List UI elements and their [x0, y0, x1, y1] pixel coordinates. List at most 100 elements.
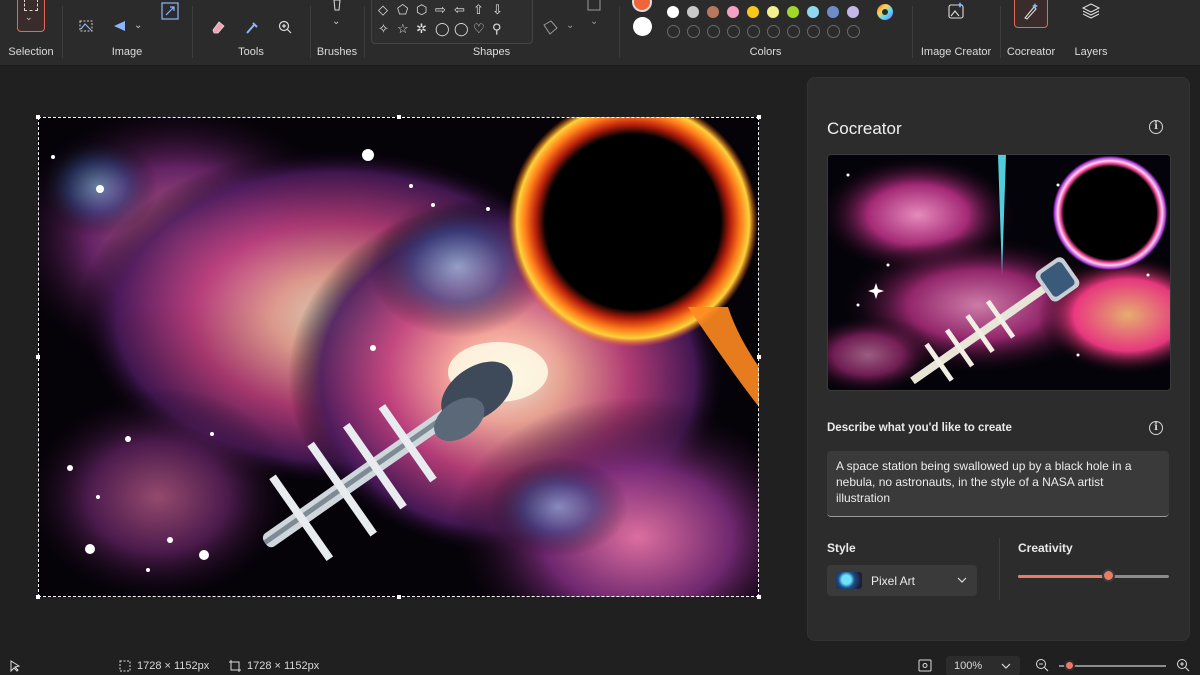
- shape-option[interactable]: ◯: [454, 22, 469, 36]
- color-wheel-icon[interactable]: [875, 2, 895, 22]
- image-creator-label: Image Creator: [920, 46, 992, 58]
- layers-icon[interactable]: [1081, 1, 1101, 21]
- shapes-label: Shapes: [472, 46, 511, 58]
- image-creator-icon[interactable]: [946, 1, 966, 21]
- custom-color-slot[interactable]: [767, 25, 780, 38]
- resize-handle[interactable]: [36, 595, 40, 599]
- info-icon[interactable]: i: [1149, 421, 1163, 435]
- chevron-down-icon: [957, 577, 967, 583]
- creativity-slider-fill: [1018, 575, 1109, 578]
- layers-group: Layers: [1062, 0, 1120, 65]
- color-swatch[interactable]: [847, 6, 859, 18]
- color-swatch[interactable]: [707, 6, 719, 18]
- custom-color-slot[interactable]: [667, 25, 680, 38]
- custom-color-slot[interactable]: [787, 25, 800, 38]
- chevron-down-icon[interactable]: ⌄: [25, 12, 33, 23]
- shape-option[interactable]: ◇: [378, 3, 388, 17]
- chevron-down-icon[interactable]: ⌄: [590, 16, 598, 27]
- selection-rectangle-icon: [24, 0, 38, 11]
- creativity-slider-thumb[interactable]: [1101, 569, 1115, 582]
- shape-option[interactable]: ☆: [397, 22, 409, 36]
- shape-option[interactable]: ⇩: [492, 3, 503, 17]
- zoom-slider-thumb[interactable]: [1063, 660, 1075, 671]
- toolbar: ⌄ Selection ⌄ Image Tools ⌄ Brushes Shap…: [0, 0, 1200, 66]
- shape-option[interactable]: ✧: [378, 22, 389, 36]
- custom-color-slot[interactable]: [847, 25, 860, 38]
- style-dropdown[interactable]: Pixel Art: [827, 565, 977, 596]
- shapes-gallery: ◇ ⬠ ⬡ ⇨ ⇦ ⇧ ⇩ ✧ ☆ ✲ ◯ ◯ ♡ ⚲: [371, 0, 533, 44]
- custom-color-slot[interactable]: [747, 25, 760, 38]
- secondary-color-swatch[interactable]: [633, 17, 652, 36]
- generated-image-preview[interactable]: [827, 154, 1171, 391]
- style-label: Style: [827, 541, 856, 555]
- shape-option[interactable]: ♡: [473, 22, 485, 36]
- custom-color-slot[interactable]: [827, 25, 840, 38]
- shape-option[interactable]: ⬡: [416, 3, 427, 17]
- custom-color-slot[interactable]: [727, 25, 740, 38]
- resize-handle[interactable]: [397, 115, 401, 119]
- custom-color-slot[interactable]: [807, 25, 820, 38]
- color-swatch[interactable]: [827, 6, 839, 18]
- colors-group: Colors: [619, 0, 912, 65]
- outline-icon[interactable]: [585, 0, 603, 14]
- zoom-value: 100%: [954, 660, 983, 672]
- color-swatch[interactable]: [807, 6, 819, 18]
- color-swatch[interactable]: [747, 6, 759, 18]
- resize-handle[interactable]: [757, 115, 761, 119]
- zoom-out-icon[interactable]: [1035, 658, 1049, 672]
- resize-handle[interactable]: [757, 595, 761, 599]
- eraser-icon[interactable]: [210, 19, 226, 35]
- resize-handle[interactable]: [36, 355, 40, 359]
- color-swatch[interactable]: [667, 6, 679, 18]
- selection-label: Selection: [8, 46, 54, 58]
- chevron-down-icon[interactable]: ⌄: [566, 20, 574, 31]
- chevron-down-icon[interactable]: ⌄: [332, 16, 340, 27]
- custom-color-slot[interactable]: [687, 25, 700, 38]
- zoom-slider[interactable]: [1059, 660, 1166, 671]
- selection-group: ⌄ Selection: [0, 0, 62, 65]
- panel-title: Cocreator: [827, 119, 902, 138]
- generated-image: [828, 155, 1170, 390]
- magnifier-icon[interactable]: [277, 19, 293, 35]
- custom-color-slot[interactable]: [707, 25, 720, 38]
- flip-icon[interactable]: [112, 18, 128, 34]
- selection-tool-button[interactable]: ⌄: [17, 0, 45, 32]
- shape-option[interactable]: ⬠: [397, 3, 408, 17]
- image-size-icon: [229, 660, 241, 672]
- resize-handle[interactable]: [397, 595, 401, 599]
- canvas-image[interactable]: [38, 117, 759, 597]
- tools-group: Tools: [192, 0, 310, 65]
- color-swatch[interactable]: [787, 6, 799, 18]
- cocreator-label: Cocreator: [1006, 46, 1056, 58]
- resize-icon[interactable]: [160, 0, 180, 22]
- brush-icon[interactable]: [329, 0, 345, 16]
- color-picker-icon[interactable]: [244, 19, 260, 35]
- color-swatch[interactable]: [767, 6, 779, 18]
- fill-icon[interactable]: [542, 20, 560, 36]
- creativity-slider[interactable]: [1018, 569, 1169, 582]
- selection-size-icon: [119, 660, 131, 672]
- image-creator-group: Image Creator: [912, 0, 1000, 65]
- info-icon[interactable]: i: [1149, 120, 1163, 134]
- remove-background-icon[interactable]: [78, 18, 94, 34]
- prompt-input[interactable]: A space station being swallowed up by a …: [827, 451, 1169, 517]
- shape-option[interactable]: ◯: [435, 22, 450, 36]
- resize-handle[interactable]: [36, 115, 40, 119]
- color-swatch[interactable]: [727, 6, 739, 18]
- zoom-dropdown[interactable]: 100%: [946, 656, 1020, 675]
- chevron-down-icon[interactable]: ⌄: [134, 20, 142, 31]
- fit-to-window-icon[interactable]: [918, 659, 932, 672]
- shape-option[interactable]: ⚲: [492, 22, 502, 36]
- shape-option[interactable]: ⇨: [435, 3, 446, 17]
- resize-handle[interactable]: [757, 355, 761, 359]
- shape-option[interactable]: ⇦: [454, 3, 465, 17]
- shape-option[interactable]: ✲: [416, 22, 427, 36]
- brushes-group: ⌄ Brushes: [310, 0, 364, 65]
- cursor-icon: [10, 660, 21, 672]
- image-group: ⌄ Image: [62, 0, 192, 65]
- zoom-in-icon[interactable]: [1176, 658, 1190, 672]
- color-swatch[interactable]: [687, 6, 699, 18]
- layers-label: Layers: [1074, 46, 1108, 58]
- shape-option[interactable]: ⇧: [473, 3, 484, 17]
- image-label: Image: [111, 46, 143, 58]
